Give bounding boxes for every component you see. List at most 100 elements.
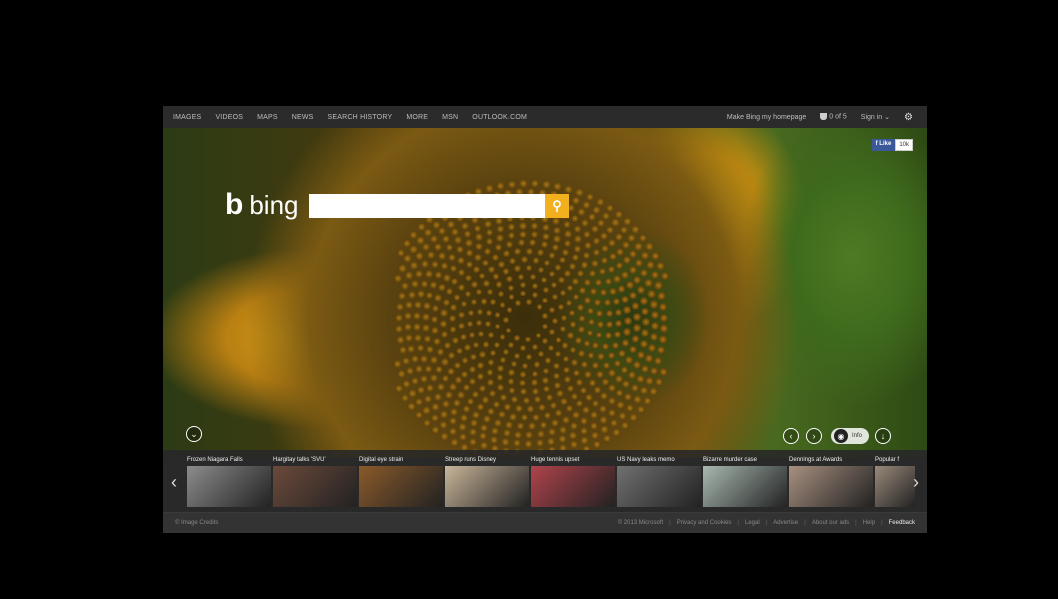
flower-seed	[423, 302, 431, 310]
make-homepage-link[interactable]: Make Bing my homepage	[727, 114, 806, 121]
flower-seed	[490, 299, 497, 306]
flower-seed	[558, 434, 567, 444]
flower-seed	[628, 370, 637, 379]
previous-image-button[interactable]: ‹	[783, 428, 799, 444]
flower-seed	[520, 256, 528, 263]
footer-link[interactable]: Feedback	[889, 520, 915, 526]
flower-seed	[542, 367, 550, 375]
flower-seed	[567, 332, 574, 339]
footer-link[interactable]: Legal	[745, 520, 760, 526]
footer-link[interactable]: Privacy and Cookies	[677, 520, 732, 526]
rewards-counter[interactable]: 0 of 5	[820, 113, 847, 121]
flower-seed	[525, 336, 531, 343]
news-tile[interactable]: US Navy leaks memo	[617, 454, 701, 508]
flower-seed	[480, 298, 487, 305]
flower-seed	[497, 365, 504, 372]
flower-seed	[405, 301, 414, 310]
flower-seed	[519, 345, 526, 352]
flower-seed	[542, 323, 548, 330]
news-carousel: ‹ Frozen Niagara Falls Hargitay talks 'SV…	[163, 450, 927, 512]
flower-seed	[487, 407, 495, 416]
flower-seed	[537, 266, 544, 274]
flower-seed	[654, 281, 663, 290]
search-input[interactable]	[309, 194, 545, 218]
flower-seed	[458, 322, 465, 330]
nav-outlook[interactable]: OUTLOOK.COM	[472, 114, 527, 121]
flower-seed	[608, 384, 616, 392]
flower-seed	[599, 415, 608, 424]
flower-seed	[588, 379, 596, 387]
flower-seed	[627, 233, 636, 243]
bing-logo[interactable]: b bing	[225, 190, 298, 220]
next-image-button[interactable]: ›	[806, 428, 822, 444]
news-tile[interactable]: Digital eye strain	[359, 454, 443, 508]
download-button[interactable]: ↓	[875, 428, 891, 444]
flower-seed	[514, 353, 521, 360]
footer-link[interactable]: © 2013 Microsoft	[618, 520, 663, 526]
flower-seed	[506, 240, 514, 248]
flower-seed	[460, 333, 467, 341]
nav-images[interactable]: IMAGES	[173, 114, 201, 121]
flower-seed	[422, 324, 430, 332]
nav-more[interactable]: MORE	[406, 114, 428, 121]
flower-seed	[486, 369, 494, 376]
nav-msn[interactable]: MSN	[442, 114, 458, 121]
nav-news[interactable]: NEWS	[292, 114, 314, 121]
flower-seed	[584, 370, 592, 379]
news-tile[interactable]: Huge tennis upset	[531, 454, 615, 508]
flower-seed	[561, 415, 570, 424]
flower-seed	[458, 432, 468, 442]
flower-seed	[541, 180, 551, 190]
flower-seed	[625, 281, 634, 289]
flower-seed	[415, 269, 424, 278]
flower-seed	[526, 353, 533, 360]
flower-seed	[600, 392, 609, 401]
flower-seed	[472, 390, 480, 399]
flower-seed	[534, 396, 542, 404]
footer-link[interactable]: Advertise	[773, 520, 798, 526]
news-tile[interactable]: Streep runs Disney	[445, 454, 529, 508]
nav-maps[interactable]: MAPS	[257, 114, 278, 121]
search-button[interactable]: ⚲	[545, 194, 569, 218]
flower-seed	[481, 259, 489, 267]
flower-seed	[553, 235, 561, 243]
flower-seed	[641, 329, 650, 338]
flower-seed	[462, 384, 471, 392]
image-credits-link[interactable]: © Image Credits	[175, 520, 218, 526]
sign-in-link[interactable]: Sign in ⌄	[861, 113, 890, 121]
flower-seed	[562, 366, 570, 374]
flower-seed	[542, 297, 549, 304]
footer-link[interactable]: About our ads	[812, 520, 849, 526]
flower-seed	[404, 323, 413, 331]
collapse-button[interactable]: ⌄	[186, 426, 202, 442]
nav-videos[interactable]: VIDEOS	[215, 114, 243, 121]
nav-search-history[interactable]: SEARCH HISTORY	[328, 114, 393, 121]
flower-seed	[484, 248, 492, 256]
flower-seed	[586, 329, 594, 337]
flower-seed	[514, 335, 520, 341]
news-tile[interactable]: Dennings at Awards	[789, 454, 873, 508]
flower-seed	[528, 422, 536, 431]
gear-icon[interactable]: ⚙	[904, 112, 913, 123]
footer-link[interactable]: Help	[863, 520, 875, 526]
news-tile[interactable]: Hargitay talks 'SVU'	[273, 454, 357, 508]
search-box: ⚲	[309, 194, 569, 218]
top-nav: IMAGES VIDEOS MAPS NEWS SEARCH HISTORY M…	[163, 114, 541, 121]
image-info-button[interactable]: ◉ Info	[831, 428, 869, 444]
flower-seed	[499, 356, 506, 363]
flower-seed	[451, 337, 459, 344]
flower-seed	[584, 297, 591, 304]
flower-seed	[548, 428, 557, 437]
flower-seed	[636, 350, 645, 359]
flower-seed	[467, 309, 475, 316]
flower-seed	[526, 299, 532, 305]
facebook-like-widget[interactable]: f Like 10k	[871, 139, 913, 151]
flower-seed	[650, 271, 660, 280]
news-tile[interactable]: Frozen Niagara Falls	[187, 454, 271, 508]
carousel-left-arrow[interactable]: ‹	[171, 472, 177, 493]
news-tile[interactable]: Bizarre murder case	[703, 454, 787, 508]
carousel-right-arrow[interactable]: ›	[913, 472, 919, 493]
flower-seed	[485, 238, 493, 246]
news-tile[interactable]: Popular f	[875, 454, 915, 508]
facebook-like-button[interactable]: f Like	[871, 139, 896, 151]
